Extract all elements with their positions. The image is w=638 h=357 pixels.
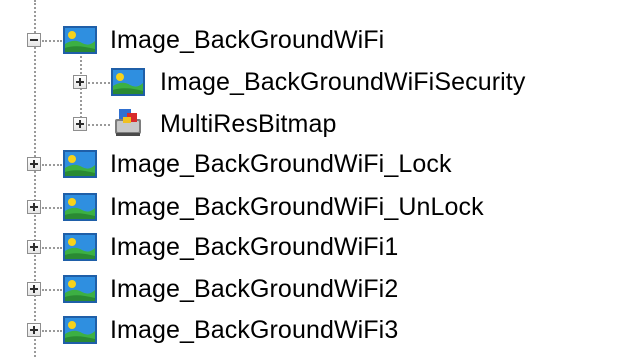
- tree-node-label[interactable]: Image_BackGroundWiFi_UnLock: [110, 188, 484, 226]
- tree-node-label[interactable]: Image_BackGroundWiFi_Lock: [110, 145, 452, 183]
- expand-toggle[interactable]: [27, 157, 41, 171]
- tree-connector-line: [42, 40, 62, 42]
- tree-node-label[interactable]: MultiResBitmap: [160, 105, 336, 143]
- object-tree-view: Image_BackGroundWiFi Image_BackGroundWiF…: [0, 0, 638, 357]
- tree-connector-line: [42, 207, 62, 209]
- tree-connector-line: [42, 289, 62, 291]
- image-picture-icon: [62, 148, 98, 180]
- tree-connector-line: [80, 56, 82, 126]
- expand-toggle[interactable]: [73, 75, 87, 89]
- image-picture-icon: [62, 273, 98, 305]
- expand-toggle[interactable]: [73, 117, 87, 131]
- tree-node-label[interactable]: Image_BackGroundWiFi2: [110, 270, 398, 308]
- tree-node-label[interactable]: Image_BackGroundWiFiSecurity: [160, 63, 525, 101]
- tree-node-label[interactable]: Image_BackGroundWiFi3: [110, 311, 398, 349]
- collapse-toggle[interactable]: [27, 33, 41, 47]
- tree-connector-line: [42, 164, 62, 166]
- tree-connector-line: [34, 0, 36, 357]
- expand-toggle[interactable]: [27, 323, 41, 337]
- image-picture-icon: [62, 24, 98, 56]
- image-picture-icon: [110, 66, 146, 98]
- tree-connector-line: [88, 124, 110, 126]
- multires-bitmap-icon: [110, 106, 146, 138]
- tree-connector-line: [42, 247, 62, 249]
- tree-node-label[interactable]: Image_BackGroundWiFi: [110, 21, 384, 59]
- tree-connector-line: [88, 82, 110, 84]
- image-picture-icon: [62, 191, 98, 223]
- image-picture-icon: [62, 231, 98, 263]
- expand-toggle[interactable]: [27, 282, 41, 296]
- tree-connector-line: [42, 330, 62, 332]
- tree-node-label[interactable]: Image_BackGroundWiFi1: [110, 228, 398, 266]
- expand-toggle[interactable]: [27, 200, 41, 214]
- image-picture-icon: [62, 314, 98, 346]
- expand-toggle[interactable]: [27, 240, 41, 254]
